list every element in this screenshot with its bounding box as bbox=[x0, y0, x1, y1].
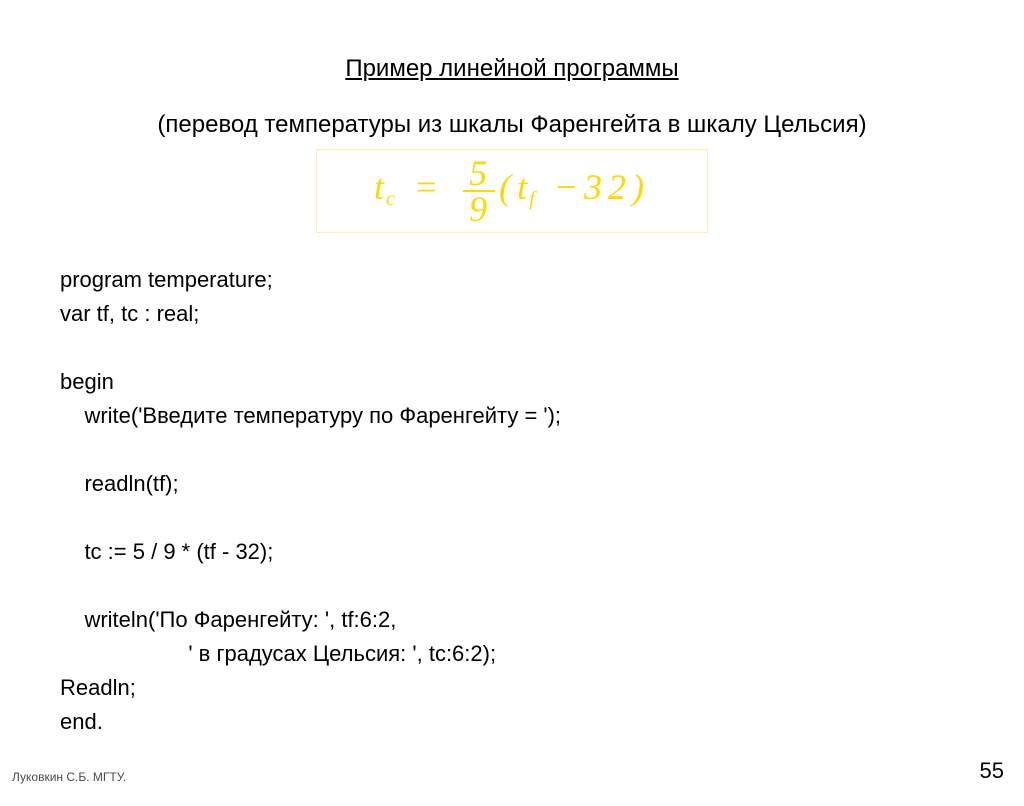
code-line: tc := 5 / 9 * (tf - 32); bbox=[60, 539, 273, 564]
slide-title: Пример линейной программы bbox=[60, 55, 964, 83]
code-line: write('Введите температуру по Фаренгейту… bbox=[60, 403, 561, 428]
code-line: writeln('По Фаренгейту: ', tf:6:2, bbox=[60, 607, 396, 632]
code-line: Readln; bbox=[60, 675, 136, 700]
formula-rhs-sub: f bbox=[529, 188, 539, 210]
formula: tc = 5 9 (tf −32) bbox=[374, 167, 650, 207]
formula-open: ( bbox=[499, 167, 517, 207]
code-line: program temperature; bbox=[60, 267, 273, 292]
code-line: end. bbox=[60, 709, 103, 734]
formula-fraction: 5 9 bbox=[463, 156, 495, 226]
formula-close: ) bbox=[632, 167, 650, 207]
code-block: program temperature; var tf, tc : real; … bbox=[60, 263, 964, 739]
formula-lhs-sub: c bbox=[386, 188, 399, 210]
code-line: readln(tf); bbox=[60, 471, 179, 496]
formula-numerator: 5 bbox=[463, 156, 495, 192]
code-line: begin bbox=[60, 369, 114, 394]
footer-author: Луковкин С.Б. МГТУ. bbox=[12, 770, 126, 784]
footer-page-number: 55 bbox=[980, 758, 1004, 784]
formula-denominator: 9 bbox=[463, 192, 495, 226]
formula-minus: − bbox=[554, 167, 584, 207]
formula-eq: = bbox=[414, 167, 444, 207]
code-line: var tf, tc : real; bbox=[60, 301, 199, 326]
slide-subtitle: (перевод температуры из шкалы Фаренгейта… bbox=[60, 111, 964, 139]
code-line: ' в градусах Цельсия: ', tc:6:2); bbox=[60, 641, 496, 666]
slide: Пример линейной программы (перевод темпе… bbox=[0, 0, 1024, 806]
formula-const: 32 bbox=[584, 167, 632, 207]
formula-box: tc = 5 9 (tf −32) bbox=[316, 149, 708, 233]
